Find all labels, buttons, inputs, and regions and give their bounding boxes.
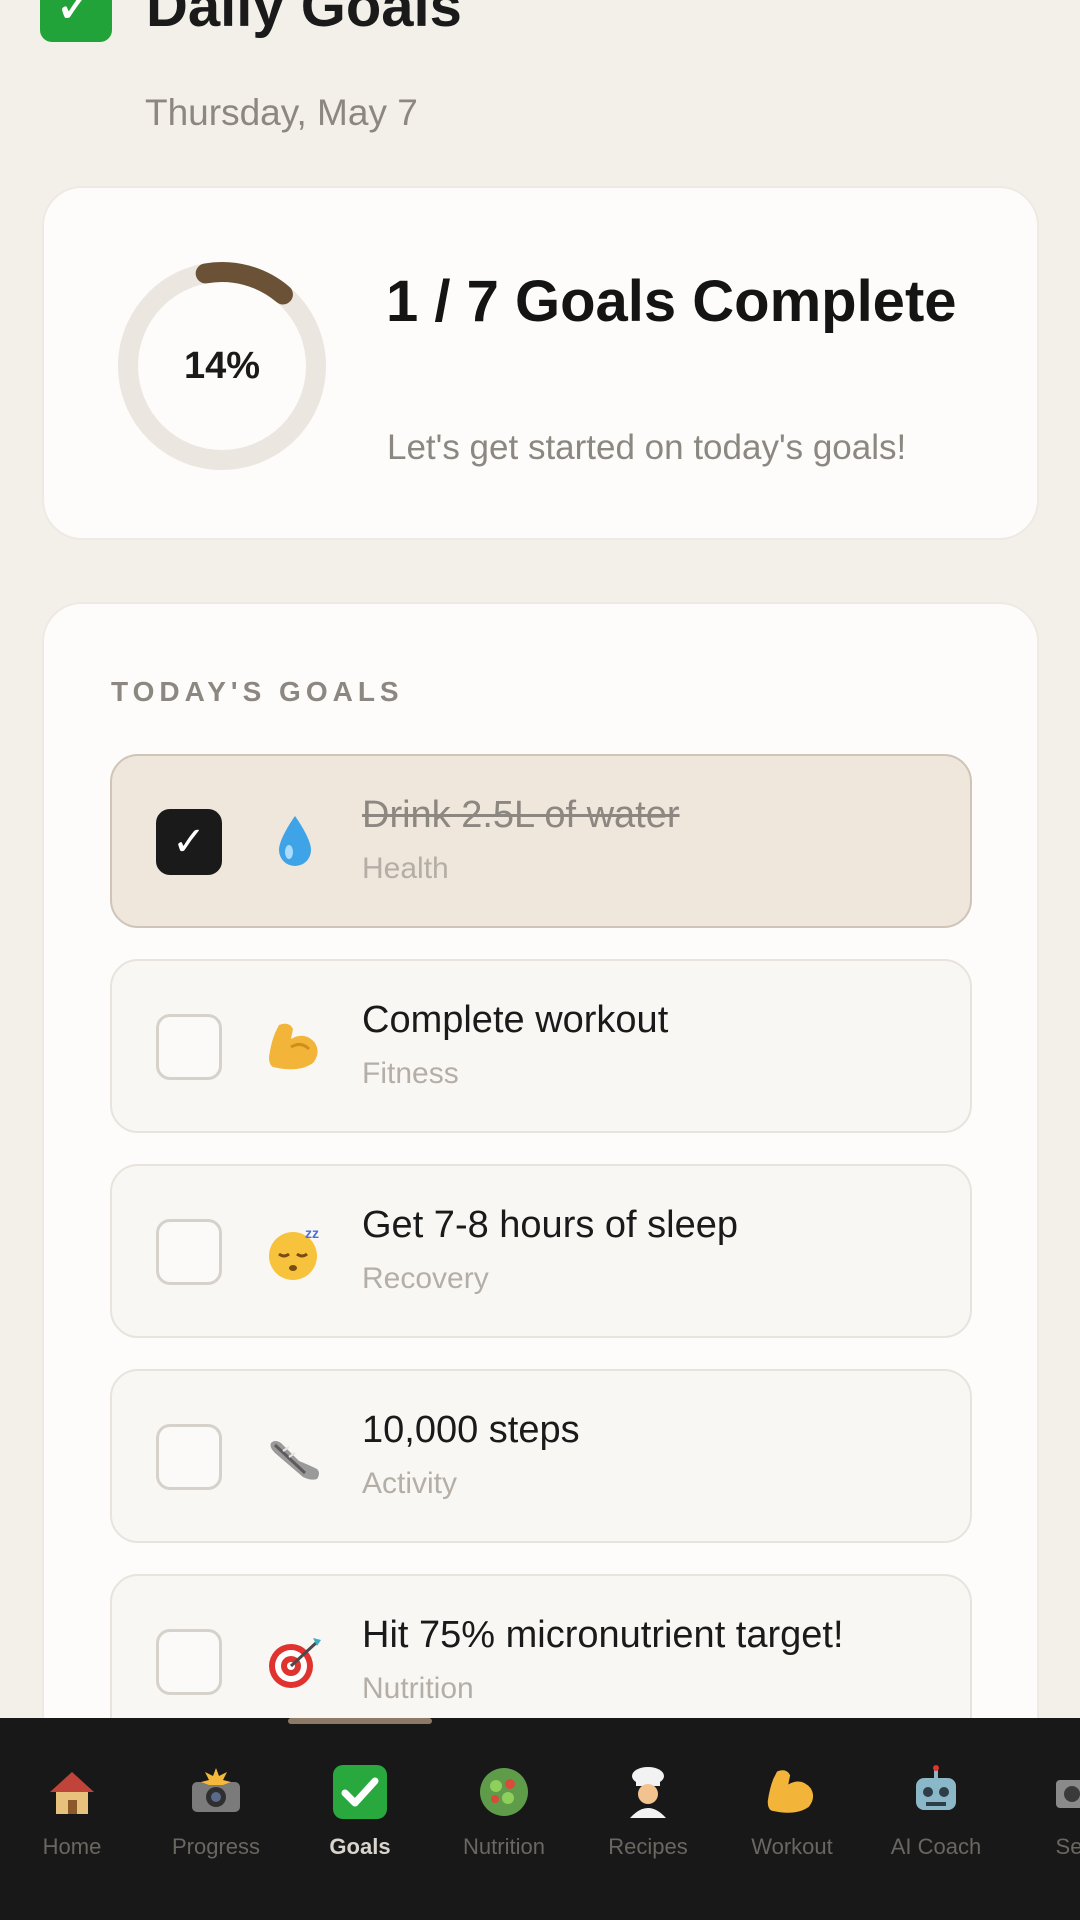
goal-category: Health (362, 852, 449, 885)
header-row: ✓ Daily Goals (40, 0, 462, 42)
goal-checkbox[interactable] (156, 1219, 222, 1285)
flexed-biceps-icon (760, 1760, 824, 1824)
goal-category: Recovery (362, 1262, 489, 1295)
nav-item-goals[interactable]: Goals (288, 1760, 432, 1860)
goal-checkbox[interactable] (156, 1014, 222, 1080)
goal-category: Activity (362, 1467, 458, 1500)
nav-item-ai-coach[interactable]: AI Coach (864, 1760, 1008, 1860)
goal-title: Drink 2.5L of water (362, 794, 680, 836)
robot-icon (904, 1760, 968, 1824)
goal-checkbox[interactable] (156, 1629, 222, 1695)
goal-category: Fitness (362, 1057, 459, 1090)
nav-label: Goals (329, 1834, 391, 1859)
nav-label: Workout (751, 1834, 833, 1859)
progress-title: 1 / 7 Goals Complete (386, 269, 957, 334)
progress-ring: 14% (114, 258, 330, 474)
nav-label: AI Coach (890, 1834, 982, 1859)
goal-item-steps[interactable]: 10,000 steps Activity (110, 1369, 972, 1543)
goal-title: Hit 75% micronutrient target! (362, 1614, 844, 1656)
page-date: Thursday, May 7 (145, 92, 418, 133)
goal-item-water[interactable]: ✓ Drink 2.5L of water Health (110, 754, 972, 928)
water-drop-icon (262, 806, 328, 878)
goal-item-sleep[interactable]: zz Get 7-8 hours of sleep Recovery (110, 1164, 972, 1338)
progress-percent: 14% (183, 344, 261, 387)
nav-active-indicator (288, 1718, 432, 1724)
progress-card: 14% 1 / 7 Goals Complete Let's get start… (42, 186, 1039, 540)
camera-flash-icon (184, 1760, 248, 1824)
house-icon (40, 1760, 104, 1824)
sleeping-face-icon: zz (262, 1216, 328, 1288)
svg-text:zz: zz (305, 1225, 319, 1241)
flexed-biceps-icon (262, 1011, 328, 1083)
app-root: ✓ Daily Goals Thursday, May 7 14% 1 / 7 … (0, 0, 1080, 1920)
nav-label: Sess (1055, 1834, 1080, 1859)
sneaker-icon (262, 1421, 328, 1493)
nav-item-recipes[interactable]: Recipes (576, 1760, 720, 1860)
target-icon (262, 1626, 328, 1698)
nav-item-progress[interactable]: Progress (144, 1760, 288, 1860)
goal-item-workout[interactable]: Complete workout Fitness (110, 959, 972, 1133)
bottom-nav: Home Progress Goals Nutrition Recipes Wo… (0, 1718, 1080, 1920)
chef-icon (616, 1760, 680, 1824)
section-label: TODAY'S GOALS (111, 676, 404, 707)
goal-checkbox[interactable]: ✓ (156, 809, 222, 875)
nav-item-home[interactable]: Home (0, 1760, 144, 1860)
nav-label: Recipes (608, 1834, 688, 1859)
check-mark-icon (328, 1760, 392, 1824)
nav-item-sessions[interactable]: Sess (1008, 1760, 1080, 1860)
goal-title: Get 7-8 hours of sleep (362, 1204, 738, 1246)
salad-icon (472, 1760, 536, 1824)
goal-category: Nutrition (362, 1672, 474, 1705)
header: ✓ Daily Goals (40, 0, 462, 42)
check-mark-icon: ✓ (40, 0, 112, 42)
projector-icon (1048, 1760, 1080, 1824)
nav-item-nutrition[interactable]: Nutrition (432, 1760, 576, 1860)
goal-checkbox[interactable] (156, 1424, 222, 1490)
nav-label: Progress (171, 1834, 261, 1859)
nav-label: Nutrition (463, 1834, 545, 1859)
nav-label: Home (42, 1834, 102, 1859)
progress-subtitle: Let's get started on today's goals! (387, 428, 907, 467)
nav-item-workout[interactable]: Workout (720, 1760, 864, 1860)
goal-title: 10,000 steps (362, 1409, 580, 1451)
goal-title: Complete workout (362, 999, 669, 1041)
page-title: Daily Goals (146, 0, 462, 39)
